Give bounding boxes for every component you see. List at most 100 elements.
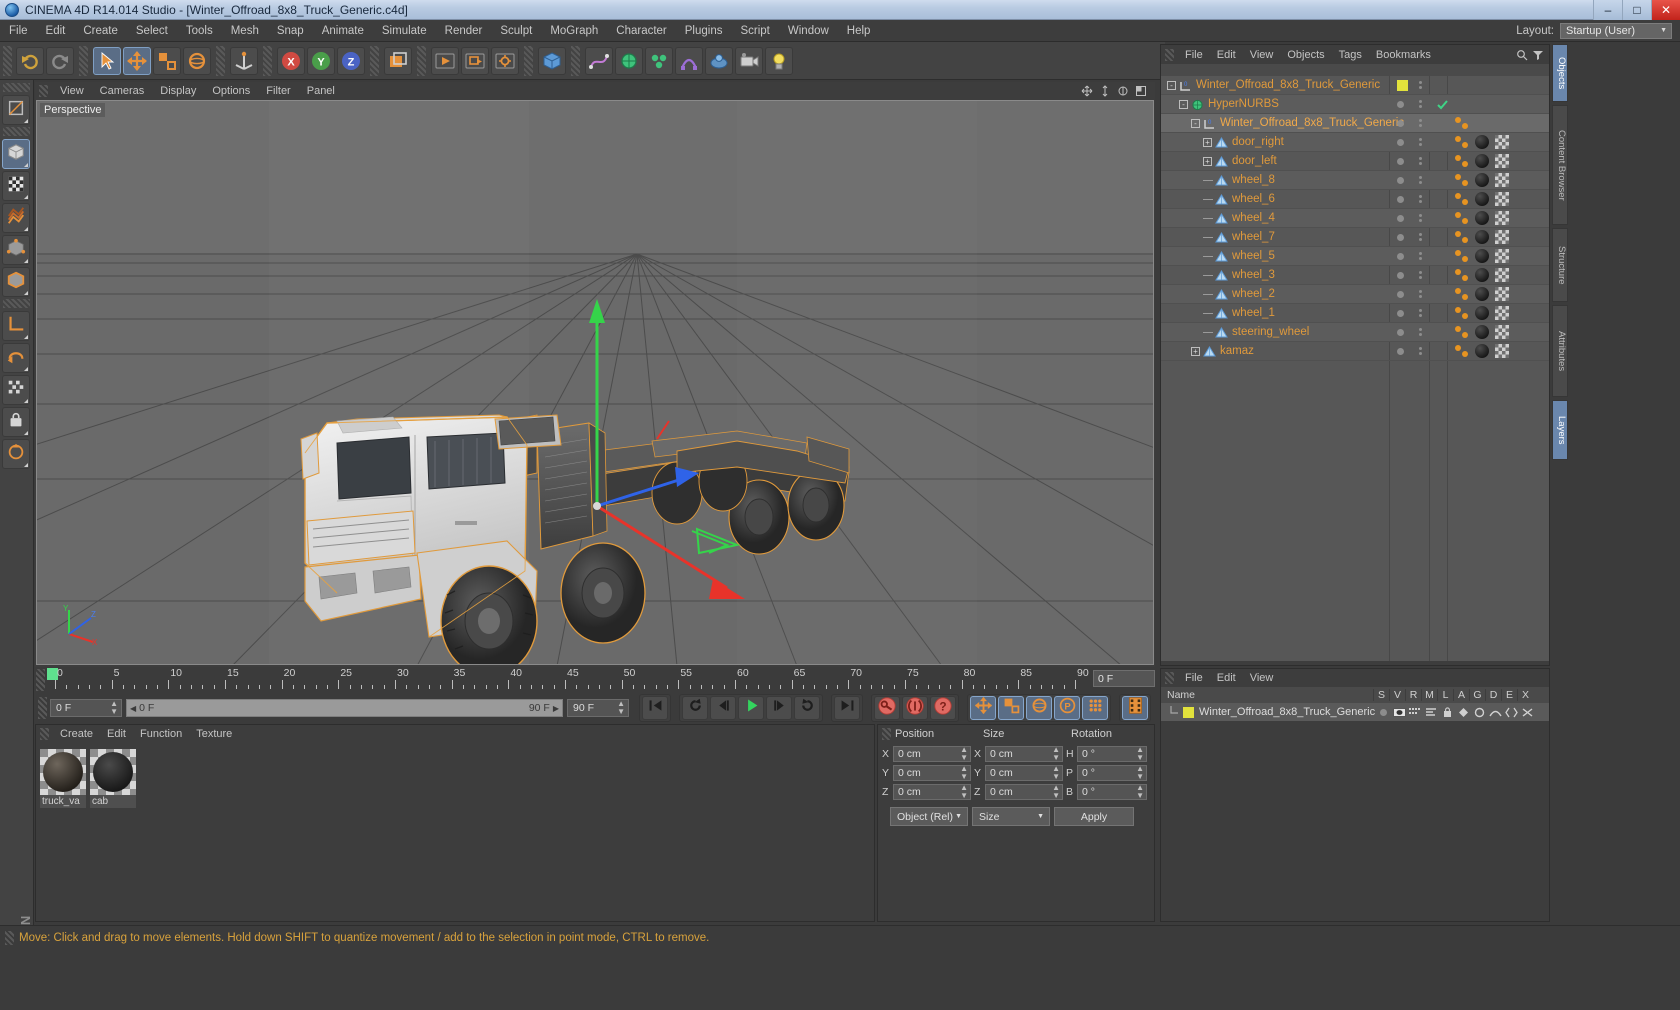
tag-dots-icon[interactable] (1453, 228, 1471, 247)
texture-tag-icon[interactable] (1495, 192, 1509, 206)
visibility-eye-icon[interactable] (1391, 704, 1407, 720)
visibility-dots[interactable] (1397, 214, 1404, 222)
menu-simulate[interactable]: Simulate (373, 22, 436, 40)
object-manager-menu-file[interactable]: File (1178, 47, 1210, 63)
viewport-menu-cameras[interactable]: Cameras (92, 83, 153, 99)
object-manager-menu-tags[interactable]: Tags (1332, 47, 1369, 63)
visibility-dots[interactable] (1397, 195, 1404, 203)
position-0-input[interactable]: 0 cm ▲ ▼ (893, 746, 971, 762)
object-manager-menu-edit[interactable]: Edit (1210, 47, 1243, 63)
object-row[interactable]: - HyperNURBS (1161, 95, 1549, 114)
redo-button[interactable] (46, 46, 74, 75)
expressions-toggle-icon[interactable] (1503, 704, 1519, 720)
timeline-frame-field[interactable]: 0 F (1093, 670, 1155, 687)
menu-create[interactable]: Create (74, 22, 127, 40)
timeline-ruler[interactable]: 0 5 10 15 20 25 30 35 40 45 50 55 60 65 70 75 80 85 90 (47, 667, 1089, 692)
layers-column-l[interactable]: L (1437, 689, 1453, 701)
generators-toggle-icon[interactable] (1471, 704, 1487, 720)
perspective-viewport[interactable]: Perspective Y X Z (36, 100, 1154, 665)
object-row[interactable]: - 0 Winter_Offroad_8x8_Truck_Generic (1161, 76, 1549, 95)
visibility-dot[interactable] (1397, 252, 1404, 260)
expander-toggle[interactable]: - (1191, 118, 1200, 128)
left-palette-grip[interactable] (3, 299, 30, 308)
expander-toggle[interactable]: + (1191, 346, 1200, 356)
lock-toggle-icon[interactable] (1439, 704, 1455, 720)
move-gizmo[interactable] (37, 101, 1154, 665)
autokey-button[interactable] (902, 696, 928, 720)
size-1-input[interactable]: 0 cm ▲ ▼ (985, 765, 1063, 781)
transport-grip[interactable] (38, 697, 47, 719)
viewport-menu-view[interactable]: View (52, 83, 92, 99)
layers-column-g[interactable]: G (1469, 689, 1485, 701)
texture-tag-icon[interactable] (1495, 287, 1509, 301)
material-tag-icon[interactable] (1475, 173, 1489, 187)
planar-workplane-tool[interactable] (2, 439, 30, 469)
lock-y-button[interactable]: Y (307, 46, 335, 75)
scale-button[interactable] (153, 46, 181, 75)
spinner-arrows-icon[interactable]: ▲ ▼ (960, 746, 968, 762)
layer-row[interactable]: Winter_Offroad_8x8_Truck_Generic (1161, 703, 1549, 721)
render-view-button[interactable] (431, 46, 459, 75)
spinner-arrows-icon[interactable]: ▲ ▼ (1052, 784, 1060, 800)
material-tag-icon[interactable] (1475, 268, 1489, 282)
visibility-dots[interactable] (1397, 138, 1404, 146)
dot-column[interactable] (1419, 347, 1422, 355)
xref-toggle-icon[interactable] (1519, 704, 1535, 720)
lock-x-button[interactable]: X (277, 46, 305, 75)
menu-sculpt[interactable]: Sculpt (491, 22, 541, 40)
dot-column[interactable] (1419, 138, 1422, 146)
viewport-scale-icon[interactable] (1099, 85, 1111, 97)
tag-dots-icon[interactable] (1453, 304, 1471, 323)
range-right-arrow-icon[interactable]: ▶ (553, 704, 559, 713)
object-row[interactable]: - 0 Winter_Offroad_8x8_Truck_Generic (1161, 114, 1549, 133)
object-row[interactable]: wheel_6 (1161, 190, 1549, 209)
dot-column[interactable] (1419, 328, 1422, 336)
deformers-toggle-icon[interactable] (1487, 704, 1503, 720)
object-tree[interactable]: -0 Winter_Offroad_8x8_Truck_Generic - Hyper… (1161, 76, 1549, 661)
tag-dots-icon[interactable] (1453, 285, 1471, 304)
dock-tab-layers[interactable]: Layers (1552, 400, 1568, 460)
position-1-input[interactable]: 0 cm ▲ ▼ (893, 765, 971, 781)
record-position-button[interactable] (970, 696, 996, 720)
apply-button[interactable]: Apply (1054, 807, 1134, 826)
step-forward-button[interactable] (766, 696, 792, 720)
visibility-dots[interactable] (1397, 233, 1404, 241)
rotation-0-input[interactable]: 0 ° ▲ ▼ (1077, 746, 1147, 762)
expander-toggle[interactable]: + (1203, 156, 1212, 166)
undo-button[interactable] (16, 46, 44, 75)
flyout-corner-icon[interactable] (24, 431, 28, 435)
layers-column-r[interactable]: R (1405, 689, 1421, 701)
object-row[interactable]: wheel_1 (1161, 304, 1549, 323)
object-manager-menu-bookmarks[interactable]: Bookmarks (1369, 47, 1438, 63)
size-mode-dropdown[interactable]: Size (972, 807, 1050, 826)
tag-dots-icon[interactable] (1453, 342, 1471, 361)
visibility-dots[interactable] (1397, 347, 1404, 355)
visibility-dots[interactable] (1397, 79, 1408, 91)
viewport-menu-filter[interactable]: Filter (258, 83, 298, 99)
object-manager-grip[interactable] (1165, 48, 1174, 61)
editor-render-dots[interactable] (1419, 176, 1422, 184)
material-tag-icon[interactable] (1475, 135, 1489, 149)
dot-column[interactable] (1419, 252, 1422, 260)
position-2-input[interactable]: 0 cm ▲ ▼ (893, 784, 971, 800)
material-tag-icon[interactable] (1475, 325, 1489, 339)
solo-toggle[interactable] (1375, 704, 1391, 720)
material-menu-edit[interactable]: Edit (100, 726, 133, 742)
visibility-dot[interactable] (1397, 119, 1404, 127)
dot-column[interactable] (1419, 195, 1422, 203)
visibility-dot[interactable] (1397, 100, 1404, 108)
viewport-rotate-icon[interactable] (1117, 85, 1129, 97)
material-tag-icon[interactable] (1475, 230, 1489, 244)
editor-render-dots[interactable] (1419, 81, 1422, 89)
add-spline-button[interactable] (585, 46, 613, 75)
material-tag-icon[interactable] (1475, 192, 1489, 206)
record-param-button[interactable]: P (1054, 696, 1080, 720)
visibility-dot[interactable] (1397, 195, 1404, 203)
spinner-arrows-icon[interactable]: ▲ ▼ (1052, 765, 1060, 781)
edge-mode-tool[interactable] (2, 267, 30, 297)
record-scale-button[interactable] (998, 696, 1024, 720)
editor-render-dots[interactable] (1419, 290, 1422, 298)
menu-help[interactable]: Help (838, 22, 880, 40)
expander-toggle[interactable]: - (1167, 80, 1176, 90)
visibility-dots[interactable] (1397, 252, 1404, 260)
